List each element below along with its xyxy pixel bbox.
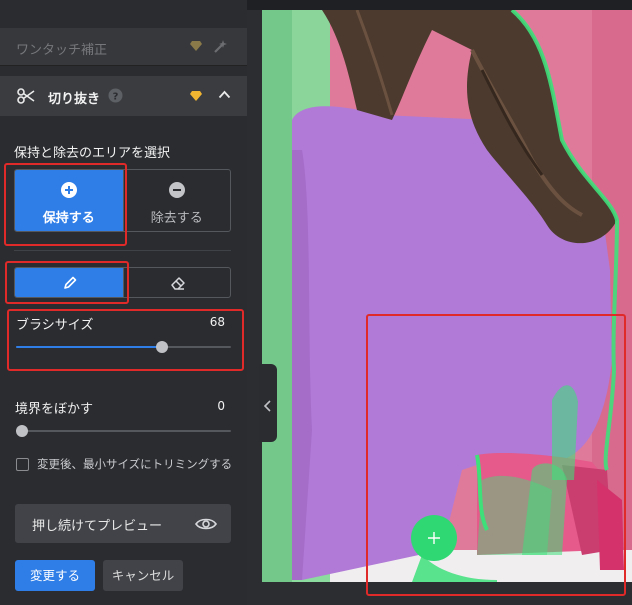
crop-label: 切り抜き xyxy=(48,92,101,107)
feather-slider-track[interactable] xyxy=(16,430,231,432)
panel-toggle-tab[interactable] xyxy=(259,364,277,442)
trim-checkbox-label: 変更後、最小サイズにトリミングする xyxy=(37,457,233,471)
cancel-button[interactable]: キャンセル xyxy=(103,560,183,591)
svg-text:?: ? xyxy=(113,92,119,103)
canvas-top-bar xyxy=(247,0,632,10)
one-touch-label: ワンタッチ補正 xyxy=(16,43,108,58)
help-icon[interactable]: ? xyxy=(108,88,123,103)
preview-label: 押し続けてプレビュー xyxy=(32,519,163,534)
one-touch-row[interactable]: ワンタッチ補正 xyxy=(0,28,247,66)
diamond-icon xyxy=(190,41,202,51)
brush-highlight-box xyxy=(5,261,129,304)
remove-button[interactable]: 除去する xyxy=(122,170,231,231)
chevron-left-icon xyxy=(263,397,272,416)
scissors-icon xyxy=(17,87,35,105)
brush-size-highlight-box xyxy=(7,309,244,371)
feather-label: 境界をぼかす xyxy=(15,402,94,417)
remove-label: 除去する xyxy=(150,211,203,226)
crop-section-header[interactable]: 切り抜き ? xyxy=(0,76,247,116)
eye-icon xyxy=(195,516,217,535)
keep-highlight-box xyxy=(4,163,127,246)
premium-diamond-icon xyxy=(190,91,202,101)
apply-button[interactable]: 変更する xyxy=(15,560,95,591)
feather-value: 0 xyxy=(217,399,225,413)
feather-slider-handle[interactable] xyxy=(16,425,28,437)
divider xyxy=(14,250,231,251)
eraser-icon xyxy=(170,275,186,295)
area-select-title: 保持と除去のエリアを選択 xyxy=(14,146,171,161)
preview-button[interactable]: 押し続けてプレビュー xyxy=(15,504,231,543)
chevron-up-icon[interactable] xyxy=(218,90,231,99)
trim-checkbox[interactable] xyxy=(16,458,29,471)
eraser-tool-button[interactable] xyxy=(122,268,231,297)
minus-circle-icon xyxy=(168,182,185,198)
magic-wand-icon xyxy=(214,39,228,53)
canvas-highlight-box xyxy=(366,314,626,596)
